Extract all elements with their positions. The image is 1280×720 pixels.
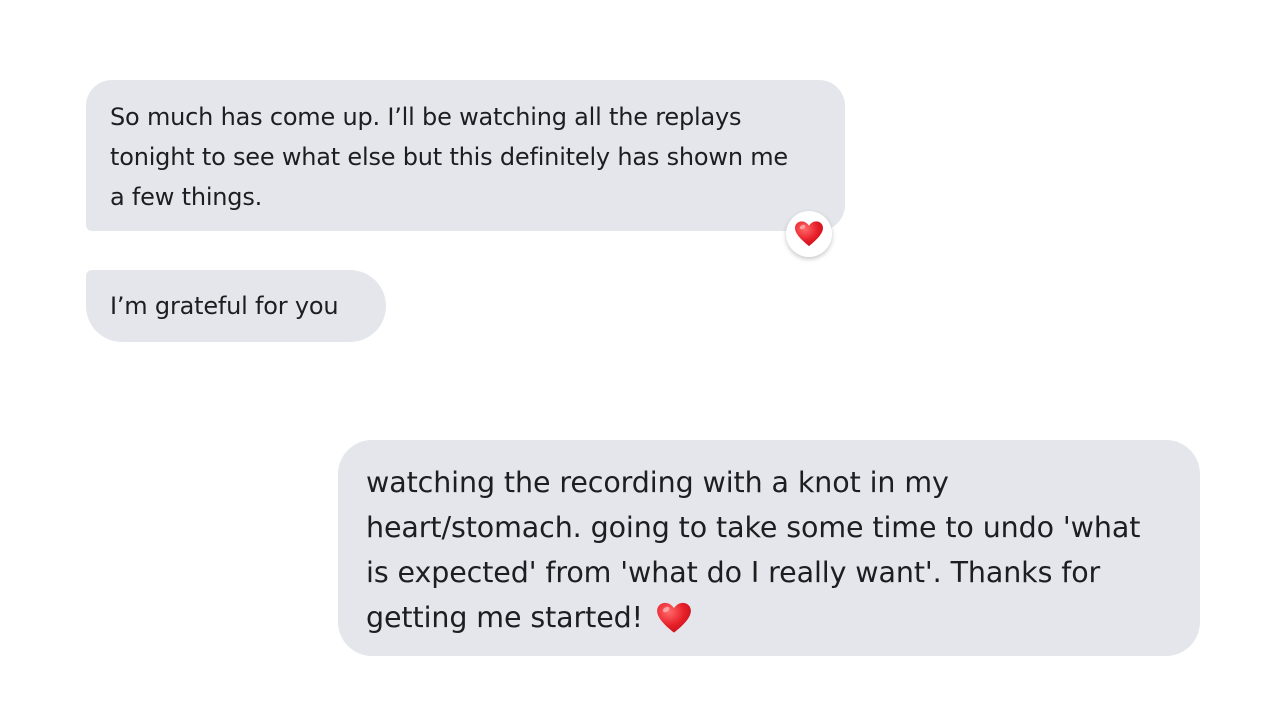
heart-icon [657, 602, 691, 633]
message-bubble-received-1[interactable]: So much has come up. I’ll be watching al… [86, 80, 845, 231]
heart-icon [795, 221, 823, 247]
message-text: So much has come up. I’ll be watching al… [110, 103, 789, 211]
message-text: watching the recording with a knot in my… [366, 466, 1141, 634]
heart-reaction-badge[interactable] [786, 211, 832, 257]
message-bubble-received-3[interactable]: watching the recording with a knot in my… [338, 440, 1200, 656]
message-bubble-received-2[interactable]: I’m grateful for you [86, 270, 386, 342]
message-text: I’m grateful for you [110, 292, 339, 320]
